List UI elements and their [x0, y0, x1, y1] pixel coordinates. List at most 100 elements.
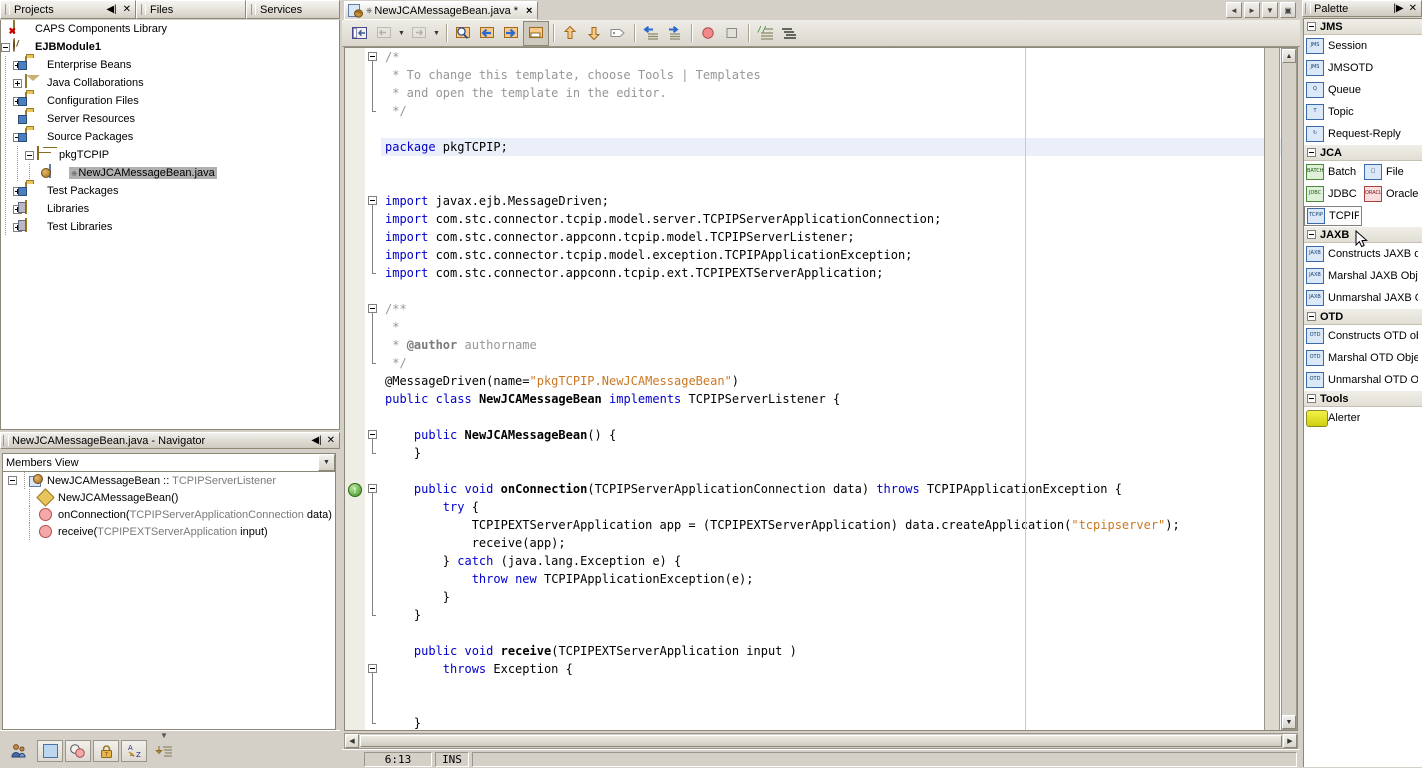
filter-blank-icon[interactable] [37, 740, 63, 762]
scroll-down-button[interactable]: ▼ [1282, 715, 1296, 729]
palette-item-jdbc[interactable]: JDBC JDBC [1304, 184, 1362, 204]
maximize-button[interactable]: ▣ [1280, 2, 1296, 18]
navigator-view-select[interactable]: Members View ▼ [2, 453, 336, 472]
collapse-icon[interactable] [1307, 312, 1316, 321]
collapse-icon[interactable] [1307, 230, 1316, 239]
previous-bookmark-button[interactable] [372, 22, 396, 45]
palette-item-unmarshal-jaxb-ob[interactable]: JAXB Unmarshal JAXB Ob [1304, 288, 1420, 308]
tab-NewJCAMessageBean[interactable]: ⎈ NewJCAMessageBean.java * × [344, 1, 539, 20]
minimize-window-icon[interactable]: ◀| [106, 4, 116, 15]
project-tree[interactable]: CAPS Components Library EJBModule1 Enterpr… [0, 20, 340, 430]
comment-button[interactable]: // [753, 22, 777, 45]
next-bookmark-button[interactable] [407, 22, 431, 45]
palette-item-session[interactable]: JMS Session [1304, 36, 1420, 56]
palette-item-marshal-jaxb-objec[interactable]: JAXB Marshal JAXB Objec [1304, 266, 1420, 286]
source-code-text[interactable]: /* * To change this template, choose Too… [381, 48, 1297, 730]
navigator-members-tree[interactable]: NewJCAMessageBean :: TCPIPServerListener… [2, 472, 336, 730]
chevron-down-icon[interactable]: ▼ [396, 22, 407, 45]
tree-item-server-resources[interactable]: Server Resources [1, 110, 339, 128]
tree-item-newjcamessagebean-java[interactable]: ⎈NewJCAMessageBean.java [1, 164, 339, 182]
palette-item-queue[interactable]: Q Queue [1304, 80, 1420, 100]
tab-files[interactable]: Files [136, 0, 246, 19]
expand-all-icon[interactable] [153, 740, 175, 762]
close-icon[interactable]: ✕ [1409, 3, 1417, 14]
stop-macro-recording-button[interactable] [720, 22, 744, 45]
collapse-icon[interactable] [1307, 22, 1316, 31]
shift-line-left-button[interactable] [639, 22, 663, 45]
palette-content[interactable]: JMS JMS Session JMS JMSOTD Q Queue T Topic ↻ Reque… [1303, 18, 1422, 767]
toggle-highlight-search-button[interactable] [523, 20, 549, 46]
tree-item-enterprise-beans[interactable]: Enterprise Beans [1, 56, 339, 74]
next-error-button[interactable] [582, 22, 606, 45]
scroll-tabs-right-button[interactable]: ► [1244, 2, 1260, 18]
tree-expander[interactable] [13, 78, 22, 88]
palette-item-alerter[interactable]: Alerter [1304, 408, 1420, 428]
palette-category-otd[interactable]: OTD [1304, 309, 1422, 325]
tree-expander[interactable] [8, 476, 17, 485]
toggle-bookmark-button[interactable] [348, 22, 372, 45]
palette-item-constructs-jaxb-ob[interactable]: JAXB Constructs JAXB ob [1304, 244, 1420, 264]
editor-vertical-scrollbar[interactable]: ▲ ▼ [1281, 48, 1297, 730]
palette-item-file[interactable]: □ File [1362, 162, 1420, 182]
hint-annotation-icon[interactable]: ! [348, 483, 362, 497]
error-annotation-strip[interactable] [1264, 48, 1280, 730]
chevron-down-icon[interactable]: ▼ [318, 454, 335, 471]
shift-line-right-button[interactable] [663, 22, 687, 45]
tab-list-button[interactable]: ▼ [1262, 2, 1278, 18]
navigator-member[interactable]: receive(TCPIPEXTServerApplication input) [3, 522, 335, 541]
tree-expander[interactable] [25, 150, 34, 160]
start-macro-recording-button[interactable] [696, 22, 720, 45]
collapse-icon[interactable] [1307, 148, 1316, 157]
fold-toggle[interactable] [368, 664, 377, 673]
lock-icon[interactable]: T [93, 740, 119, 762]
navigator-member[interactable]: onConnection(TCPIPServerApplicationConne… [3, 505, 335, 524]
palette-item-tcpip[interactable]: TCPIP TCPIP [1304, 206, 1362, 226]
palette-item-marshal-otd-object[interactable]: OTD Marshal OTD Object [1304, 348, 1420, 368]
close-icon[interactable]: ✕ [123, 4, 131, 15]
palette-item-unmarshal-otd-obj[interactable]: OTD Unmarshal OTD Obj [1304, 370, 1420, 390]
scroll-up-button[interactable]: ▲ [1282, 49, 1296, 63]
chevron-down-icon[interactable]: ▼ [431, 22, 442, 45]
sort-alpha-icon[interactable]: A Z [121, 740, 147, 762]
tree-item-test-libraries[interactable]: Test Libraries [1, 218, 339, 236]
palette-item-batch[interactable]: BATCH Batch [1304, 162, 1362, 182]
scroll-tabs-left-button[interactable]: ◄ [1226, 2, 1242, 18]
palette-category-jaxb[interactable]: JAXB [1304, 227, 1422, 243]
collapse-icon[interactable] [1307, 394, 1316, 403]
filter-shapes-icon[interactable] [65, 740, 91, 762]
palette-item-constructs-otd-obj[interactable]: OTD Constructs OTD obj [1304, 326, 1420, 346]
editor-horizontal-scrollbar[interactable]: ◀ ▶ [344, 733, 1298, 749]
previous-error-button[interactable] [558, 22, 582, 45]
fold-toggle[interactable] [368, 196, 377, 205]
palette-item-topic[interactable]: T Topic [1304, 102, 1420, 122]
find-previous-button[interactable] [475, 22, 499, 45]
tree-item-configuration-files[interactable]: Configuration Files [1, 92, 339, 110]
scroll-right-button[interactable]: ▶ [1283, 734, 1297, 748]
scrollbar-thumb[interactable] [360, 735, 1282, 747]
fold-toggle[interactable] [368, 430, 377, 439]
tree-item-java-collaborations[interactable]: Java Collaborations [1, 74, 339, 92]
navigator-member[interactable]: NewJCAMessageBean :: TCPIPServerListener [3, 472, 335, 490]
tree-item-ejbmodule1[interactable]: EJBModule1 [1, 38, 339, 56]
editor-fold-column[interactable] [365, 48, 381, 730]
float-window-icon[interactable]: |▶ [1393, 3, 1403, 14]
palette-category-tools[interactable]: Tools [1304, 391, 1422, 407]
minimize-window-icon[interactable]: ◀| [311, 435, 321, 446]
toolbar-pulldown-icon[interactable]: ▼ [160, 731, 168, 740]
palette-item-oracle[interactable]: ORACLE Oracle [1362, 184, 1420, 204]
tree-expander[interactable] [1, 42, 10, 52]
navigator-member[interactable]: NewJCAMessageBean() [3, 488, 335, 507]
tree-item-libraries[interactable]: Libraries [1, 200, 339, 218]
palette-category-jms[interactable]: JMS [1304, 19, 1422, 35]
toggle-error-tag-button[interactable] [606, 22, 630, 45]
close-icon[interactable]: ✕ [327, 435, 335, 446]
fold-toggle[interactable] [368, 484, 377, 493]
palette-item-request-reply[interactable]: ↻ Request-Reply [1304, 124, 1420, 144]
tree-item-caps-components-library[interactable]: CAPS Components Library [1, 20, 339, 38]
tab-projects[interactable]: Projects ◀| ✕ [0, 0, 136, 19]
fold-toggle[interactable] [368, 304, 377, 313]
palette-item-jmsotd[interactable]: JMS JMSOTD [1304, 58, 1420, 78]
find-selection-button[interactable] [451, 22, 475, 45]
palette-category-jca[interactable]: JCA [1304, 145, 1422, 161]
find-next-button[interactable] [499, 22, 523, 45]
